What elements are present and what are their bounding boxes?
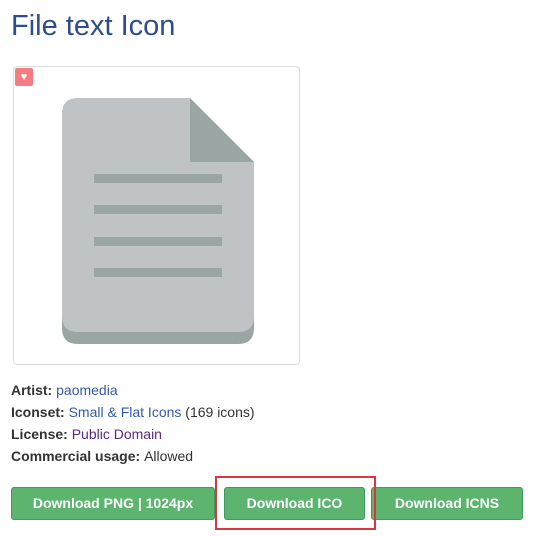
text-line-2 — [94, 205, 222, 214]
iconset-row: Iconset: Small & Flat Icons (169 icons) — [11, 401, 255, 423]
text-line-4 — [94, 268, 222, 277]
icon-metadata: Artist: paomedia Iconset: Small & Flat I… — [11, 379, 255, 467]
download-ico-button[interactable]: Download ICO — [224, 487, 365, 520]
license-link[interactable]: Public Domain — [72, 426, 162, 442]
commercial-usage-label: Commercial usage: — [11, 448, 145, 464]
iconset-count: (169 icons) — [185, 404, 255, 420]
text-line-3 — [94, 237, 222, 246]
commercial-usage-row: Commercial usage: Allowed — [11, 445, 255, 467]
file-fold — [190, 98, 254, 162]
download-png-button[interactable]: Download PNG | 1024px — [11, 487, 215, 520]
file-page — [62, 98, 254, 332]
artist-row: Artist: paomedia — [11, 379, 255, 401]
heart-icon: ♥ — [20, 71, 28, 83]
artist-link[interactable]: paomedia — [56, 382, 118, 398]
commercial-usage-value: Allowed — [144, 448, 194, 464]
icon-detail-page: File text Icon ♥ Artist: paomedia Iconse… — [0, 0, 539, 536]
text-line-1 — [94, 174, 222, 183]
icon-preview-panel: ♥ — [13, 66, 300, 365]
favorite-button[interactable]: ♥ — [15, 68, 33, 86]
license-row: License: Public Domain — [11, 423, 255, 445]
iconset-link[interactable]: Small & Flat Icons — [69, 404, 186, 420]
page-title: File text Icon — [11, 10, 176, 42]
download-icns-button[interactable]: Download ICNS — [371, 487, 523, 520]
file-text-icon — [62, 98, 254, 344]
artist-label: Artist: — [11, 382, 57, 398]
license-label: License: — [11, 426, 72, 442]
iconset-label: Iconset: — [11, 404, 69, 420]
